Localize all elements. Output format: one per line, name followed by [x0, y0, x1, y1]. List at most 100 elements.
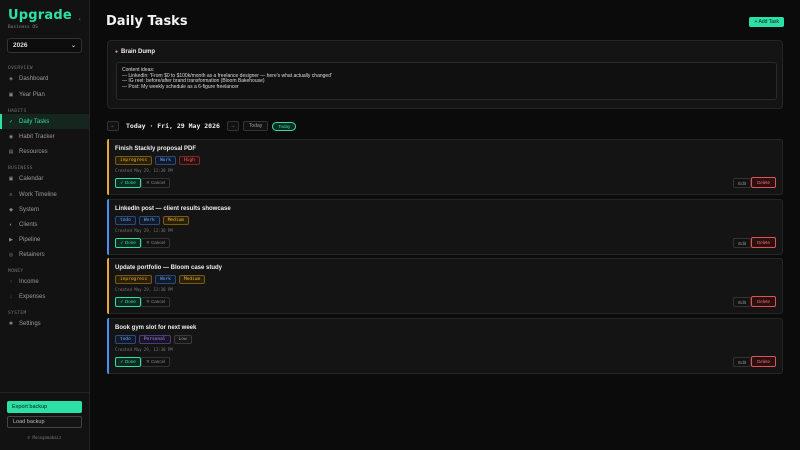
priority-badge: Medium	[178, 275, 206, 284]
sidebar-item-clients[interactable]: ◐ Clients	[0, 217, 89, 232]
done-button[interactable]: ✓ Done	[115, 178, 141, 188]
task-status-stripe	[107, 258, 109, 314]
done-button[interactable]: ✓ Done	[115, 238, 141, 248]
app-subtitle: Business OS	[8, 25, 38, 30]
task-status-stripe	[107, 318, 109, 374]
cancel-button[interactable]: ✕ Cancel	[141, 238, 171, 248]
sidebar-item-pipeline[interactable]: ▶ Pipeline	[0, 232, 89, 247]
chevron-down-icon: ⌄	[70, 43, 76, 49]
prev-day-button[interactable]: ←	[107, 121, 119, 131]
brain-dump-label: Brain Dump	[121, 49, 156, 55]
task-tags: todo Personal Low	[115, 335, 192, 344]
sidebar-item-habit-tracker[interactable]: ◉ Habit Tracker	[0, 129, 89, 144]
check-icon: ✓	[8, 118, 14, 125]
sidebar-item-label: Clients	[19, 221, 38, 228]
sidebar-item-settings[interactable]: ✱ Settings	[0, 316, 89, 331]
sidebar-item-label: Dashboard	[19, 75, 49, 82]
task-tags: inprogress Work High	[115, 156, 200, 165]
export-backup-button[interactable]: Export backup	[7, 401, 82, 413]
sidebar-footer: Export backup Load backup © Moongamakaiz	[0, 392, 89, 450]
sidebar-item-label: Daily Tasks	[19, 118, 50, 125]
sidebar-item-label: Calendar	[19, 175, 44, 182]
task-card: Book gym slot for next week todo Persona…	[107, 318, 783, 374]
sidebar-item-work-timeline[interactable]: ≡ Work Timeline	[0, 187, 89, 202]
main-content: Daily Tasks + Add Task ● Brain Dump Cont…	[90, 0, 800, 450]
sidebar-item-dashboard[interactable]: ◈ Dashboard	[0, 71, 89, 86]
sidebar-item-daily-tasks[interactable]: ✓ Daily Tasks	[0, 114, 89, 129]
today-button[interactable]: Today	[242, 121, 269, 131]
year-select[interactable]: 2026 ⌄	[7, 38, 82, 53]
done-button[interactable]: ✓ Done	[115, 357, 141, 367]
brain-dump-line: — Post: My weekly schedule as a 6-figure…	[122, 83, 239, 90]
category-badge: Work	[155, 275, 176, 284]
priority-badge: High	[178, 156, 200, 165]
category-badge: Personal	[138, 335, 171, 344]
task-created-timestamp: Created May 29, 12:30 PM	[115, 347, 173, 352]
pipeline-icon: ▶	[9, 236, 13, 243]
task-title: Update portfolio — Bloom case study	[115, 265, 223, 271]
task-title: Finish Stackly proposal PDF	[115, 146, 197, 152]
sidebar-item-label: Work Timeline	[19, 191, 57, 198]
task-tags: todo Work Medium	[115, 216, 189, 225]
status-badge: inprogress	[115, 156, 153, 165]
edit-button[interactable]: Edit	[733, 357, 751, 367]
add-task-button[interactable]: + Add Task	[749, 17, 784, 27]
brain-dump-textarea[interactable]: Content ideas: — LinkedIn: 'From $0 to $…	[116, 62, 777, 100]
arrow-down-icon: ↓	[9, 293, 13, 300]
status-badge: inprogress	[115, 275, 153, 284]
category-badge: Work	[155, 156, 176, 165]
delete-button[interactable]: Delete	[750, 177, 776, 188]
edit-button[interactable]: Edit	[733, 297, 751, 307]
gear-icon: ✱	[8, 320, 14, 327]
done-button[interactable]: ✓ Done	[115, 297, 141, 307]
sidebar-item-label: Year Plan	[19, 91, 45, 98]
logo-text: Upgrade	[8, 8, 72, 23]
brain-icon: ●	[115, 49, 119, 55]
target-icon: ◉	[8, 133, 14, 140]
sidebar: Upgrade ‹ Business OS 2026 ⌄ OVERVIEW ◈ Da…	[0, 0, 90, 450]
sidebar-item-label: Habit Tracker	[19, 133, 55, 140]
task-title: Book gym slot for next week	[115, 325, 197, 331]
sidebar-item-retainers[interactable]: ◎ Retainers	[0, 247, 89, 262]
date-navigation: ← Today · Fri, 29 May 2026 → Today Today	[107, 120, 297, 132]
calendar-icon: ▣	[8, 91, 14, 98]
edit-button[interactable]: Edit	[733, 178, 751, 188]
task-card: Update portfolio — Bloom case study inpr…	[107, 258, 783, 314]
delete-button[interactable]: Delete	[750, 296, 776, 307]
category-badge: Work	[138, 216, 160, 225]
next-day-button[interactable]: →	[226, 121, 239, 131]
task-card: LinkedIn post — client results showcase …	[107, 199, 783, 255]
delete-button[interactable]: Delete	[750, 356, 776, 367]
task-created-timestamp: Created May 29, 12:30 PM	[115, 168, 173, 173]
edit-button[interactable]: Edit	[733, 238, 751, 248]
current-date: Today · Fri, 29 May 2026	[126, 122, 220, 130]
cog-icon: ◆	[9, 206, 13, 213]
sidebar-item-system[interactable]: ◆ System	[0, 202, 89, 217]
load-backup-button[interactable]: Load backup	[7, 416, 82, 428]
brain-dump-card: ● Brain Dump Content ideas: — LinkedIn: …	[107, 40, 783, 109]
task-status-stripe	[107, 139, 109, 195]
status-badge: todo	[115, 216, 136, 225]
sidebar-item-label: Pipeline	[19, 236, 41, 243]
cancel-button[interactable]: ✕ Cancel	[141, 297, 171, 307]
task-created-timestamp: Created May 29, 12:30 PM	[115, 287, 173, 292]
delete-button[interactable]: Delete	[750, 237, 776, 248]
task-created-timestamp: Created May 29, 12:30 PM	[115, 228, 173, 233]
cancel-button[interactable]: ✕ Cancel	[141, 357, 171, 367]
sidebar-item-resources[interactable]: ▤ Resources	[0, 144, 89, 159]
sidebar-item-label: Expenses	[19, 293, 46, 300]
arrow-up-icon: ↑	[9, 278, 13, 285]
task-card: Finish Stackly proposal PDF inprogress W…	[107, 139, 783, 195]
sidebar-item-year-plan[interactable]: ▣ Year Plan	[0, 87, 89, 102]
sidebar-item-expenses[interactable]: ↓ Expenses	[0, 289, 89, 304]
grid-icon: ◈	[9, 75, 13, 82]
cancel-button[interactable]: ✕ Cancel	[141, 178, 171, 188]
users-icon: ◐	[9, 221, 13, 228]
app-logo: Upgrade ‹	[0, 8, 89, 23]
collapse-sidebar-icon[interactable]: ‹	[78, 16, 81, 23]
sidebar-item-income[interactable]: ↑ Income	[0, 274, 89, 289]
sidebar-item-label: System	[19, 206, 40, 213]
sidebar-item-calendar[interactable]: ▣ Calendar	[0, 171, 89, 186]
status-badge: todo	[115, 335, 136, 344]
sidebar-item-label: Retainers	[19, 251, 45, 258]
